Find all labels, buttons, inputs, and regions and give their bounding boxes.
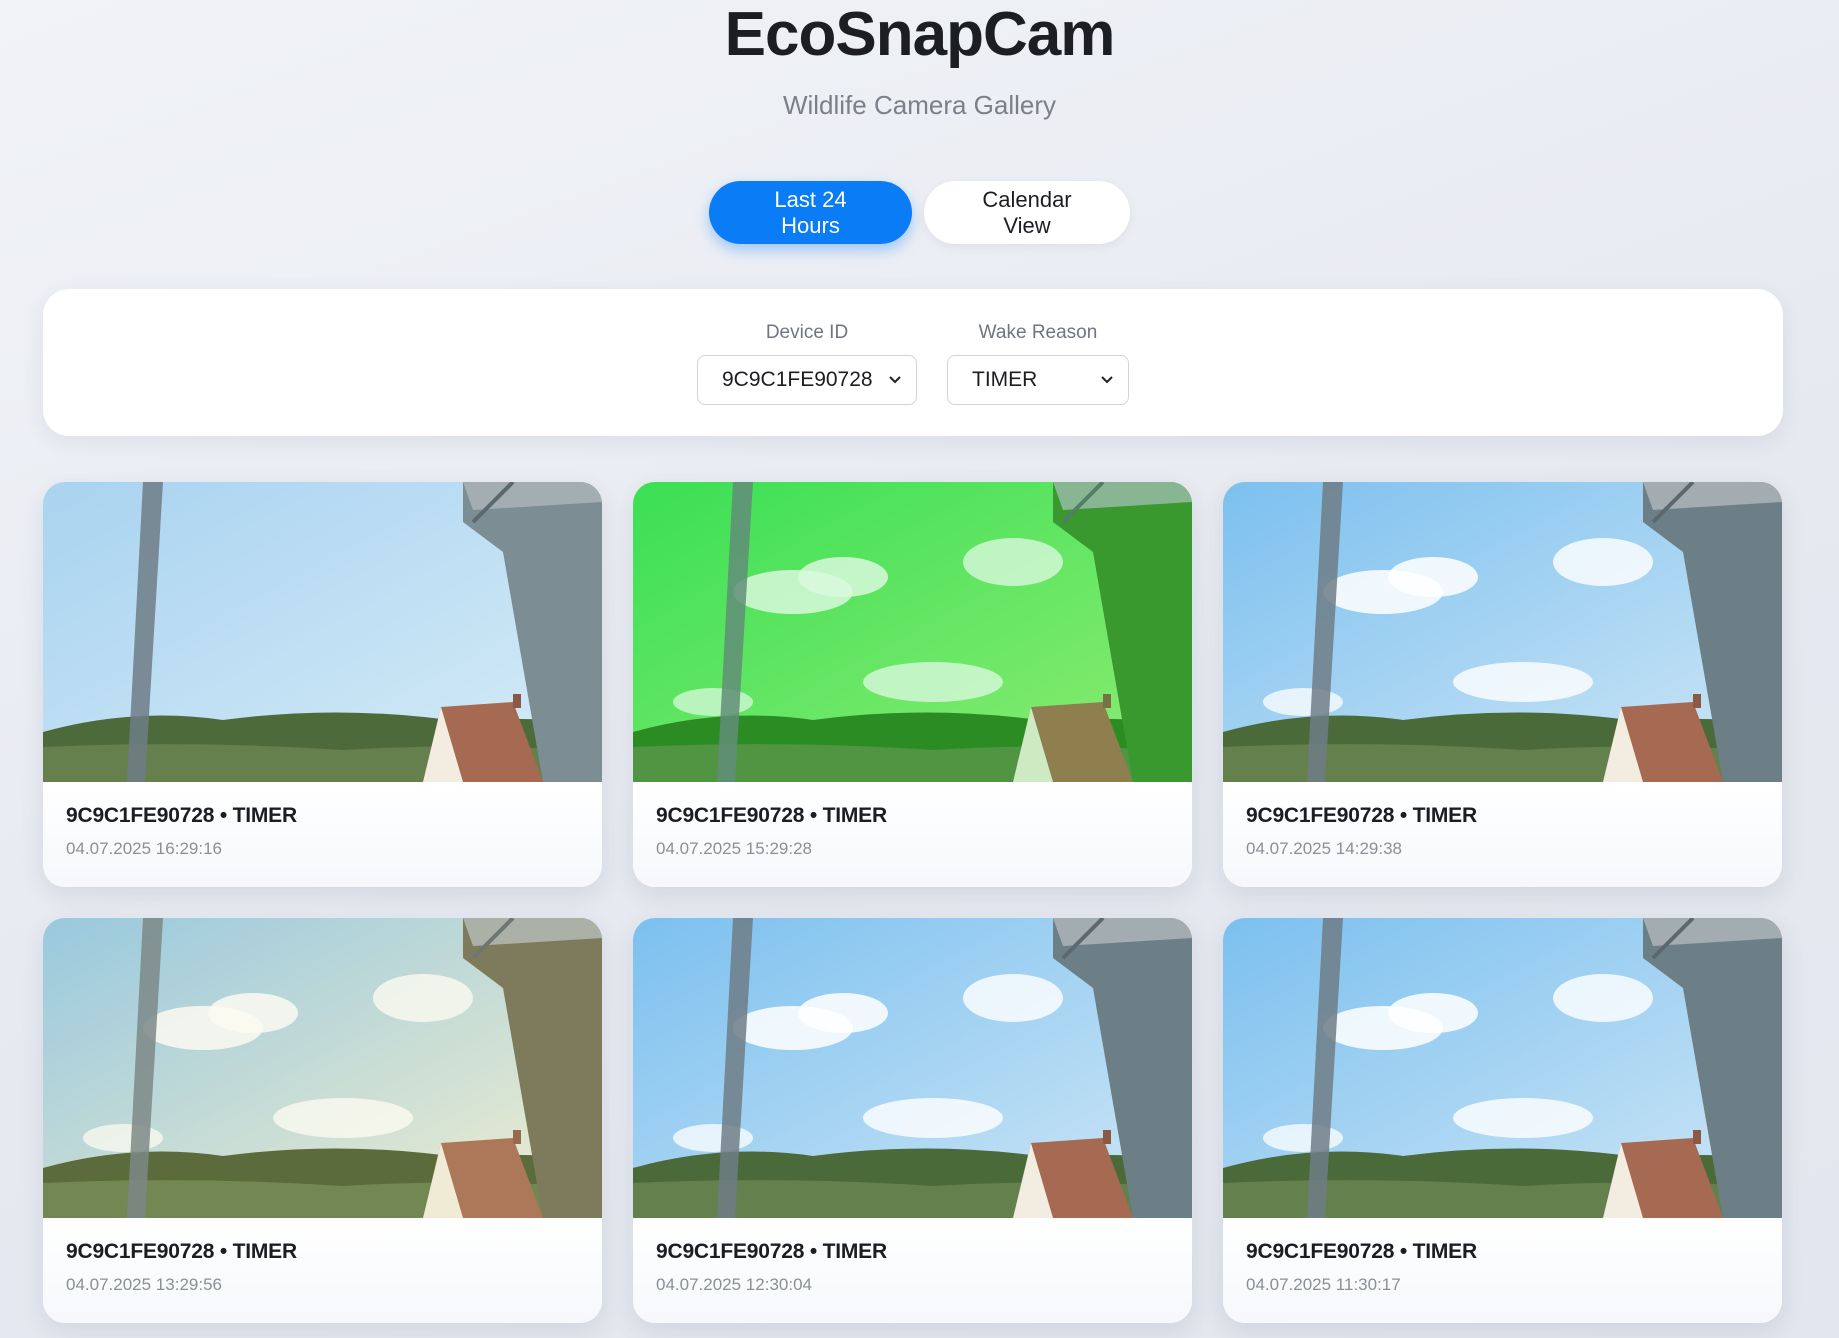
card-info: 9C9C1FE90728 • TIMER 04.07.2025 11:30:17 (1223, 1218, 1782, 1323)
card-title: 9C9C1FE90728 • TIMER (66, 804, 297, 827)
camera-photo[interactable] (1223, 918, 1782, 1218)
device-filter-label: Device ID (765, 322, 849, 343)
wake-reason-select[interactable]: TIMER (947, 355, 1129, 405)
device-filter: Device ID 9C9C1FE90728 (697, 321, 917, 405)
card-timestamp: 04.07.2025 11:30:17 (1246, 1275, 1401, 1294)
card-timestamp: 04.07.2025 16:29:16 (66, 839, 222, 858)
card-info: 9C9C1FE90728 • TIMER 04.07.2025 15:29:28 (633, 782, 1192, 887)
wake-reason-filter-label: Wake Reason (978, 322, 1098, 343)
camera-photo[interactable] (43, 918, 602, 1218)
card-timestamp: 04.07.2025 14:29:38 (1246, 839, 1402, 858)
card-title: 9C9C1FE90728 • TIMER (1246, 804, 1477, 827)
card-title: 9C9C1FE90728 • TIMER (1246, 1240, 1477, 1263)
gallery-card[interactable]: 9C9C1FE90728 • TIMER 04.07.2025 16:29:16 (43, 482, 602, 887)
view-toggle: Last 24 Hours Calendar View (0, 181, 1839, 244)
gallery-card[interactable]: 9C9C1FE90728 • TIMER 04.07.2025 11:30:17 (1223, 918, 1782, 1323)
card-title: 9C9C1FE90728 • TIMER (66, 1240, 297, 1263)
camera-photo[interactable] (633, 482, 1192, 782)
card-timestamp: 04.07.2025 12:30:04 (656, 1275, 812, 1294)
wake-reason-select-value: TIMER (972, 368, 1038, 391)
last-24-hours-button[interactable]: Last 24 Hours (709, 181, 912, 244)
camera-photo[interactable] (1223, 482, 1782, 782)
card-timestamp: 04.07.2025 15:29:28 (656, 839, 812, 858)
card-title: 9C9C1FE90728 • TIMER (656, 1240, 887, 1263)
chevron-down-icon (888, 356, 902, 424)
device-select-value: 9C9C1FE90728 (722, 368, 873, 391)
gallery-card[interactable]: 9C9C1FE90728 • TIMER 04.07.2025 13:29:56 (43, 918, 602, 1323)
calendar-view-button[interactable]: Calendar View (924, 181, 1130, 244)
card-timestamp: 04.07.2025 13:29:56 (66, 1275, 222, 1294)
card-info: 9C9C1FE90728 • TIMER 04.07.2025 13:29:56 (43, 1218, 602, 1323)
camera-photo[interactable] (633, 918, 1192, 1218)
app-title: EcoSnapCam (724, 0, 1116, 69)
chevron-down-icon (1100, 356, 1114, 424)
card-title: 9C9C1FE90728 • TIMER (656, 804, 887, 827)
gallery-card[interactable]: 9C9C1FE90728 • TIMER 04.07.2025 15:29:28 (633, 482, 1192, 887)
camera-photo[interactable] (43, 482, 602, 782)
app-subtitle: Wildlife Camera Gallery (782, 90, 1057, 120)
card-info: 9C9C1FE90728 • TIMER 04.07.2025 14:29:38 (1223, 782, 1782, 887)
card-info: 9C9C1FE90728 • TIMER 04.07.2025 12:30:04 (633, 1218, 1192, 1323)
card-info: 9C9C1FE90728 • TIMER 04.07.2025 16:29:16 (43, 782, 602, 887)
photo-gallery: 9C9C1FE90728 • TIMER 04.07.2025 16:29:16 (43, 482, 1783, 1323)
gallery-card[interactable]: 9C9C1FE90728 • TIMER 04.07.2025 12:30:04 (633, 918, 1192, 1323)
wake-reason-filter: Wake Reason TIMER (947, 321, 1129, 405)
gallery-card[interactable]: 9C9C1FE90728 • TIMER 04.07.2025 14:29:38 (1223, 482, 1782, 887)
device-select[interactable]: 9C9C1FE90728 (697, 355, 917, 405)
filter-panel: Device ID 9C9C1FE90728 Wake Reason TIMER (43, 289, 1783, 436)
